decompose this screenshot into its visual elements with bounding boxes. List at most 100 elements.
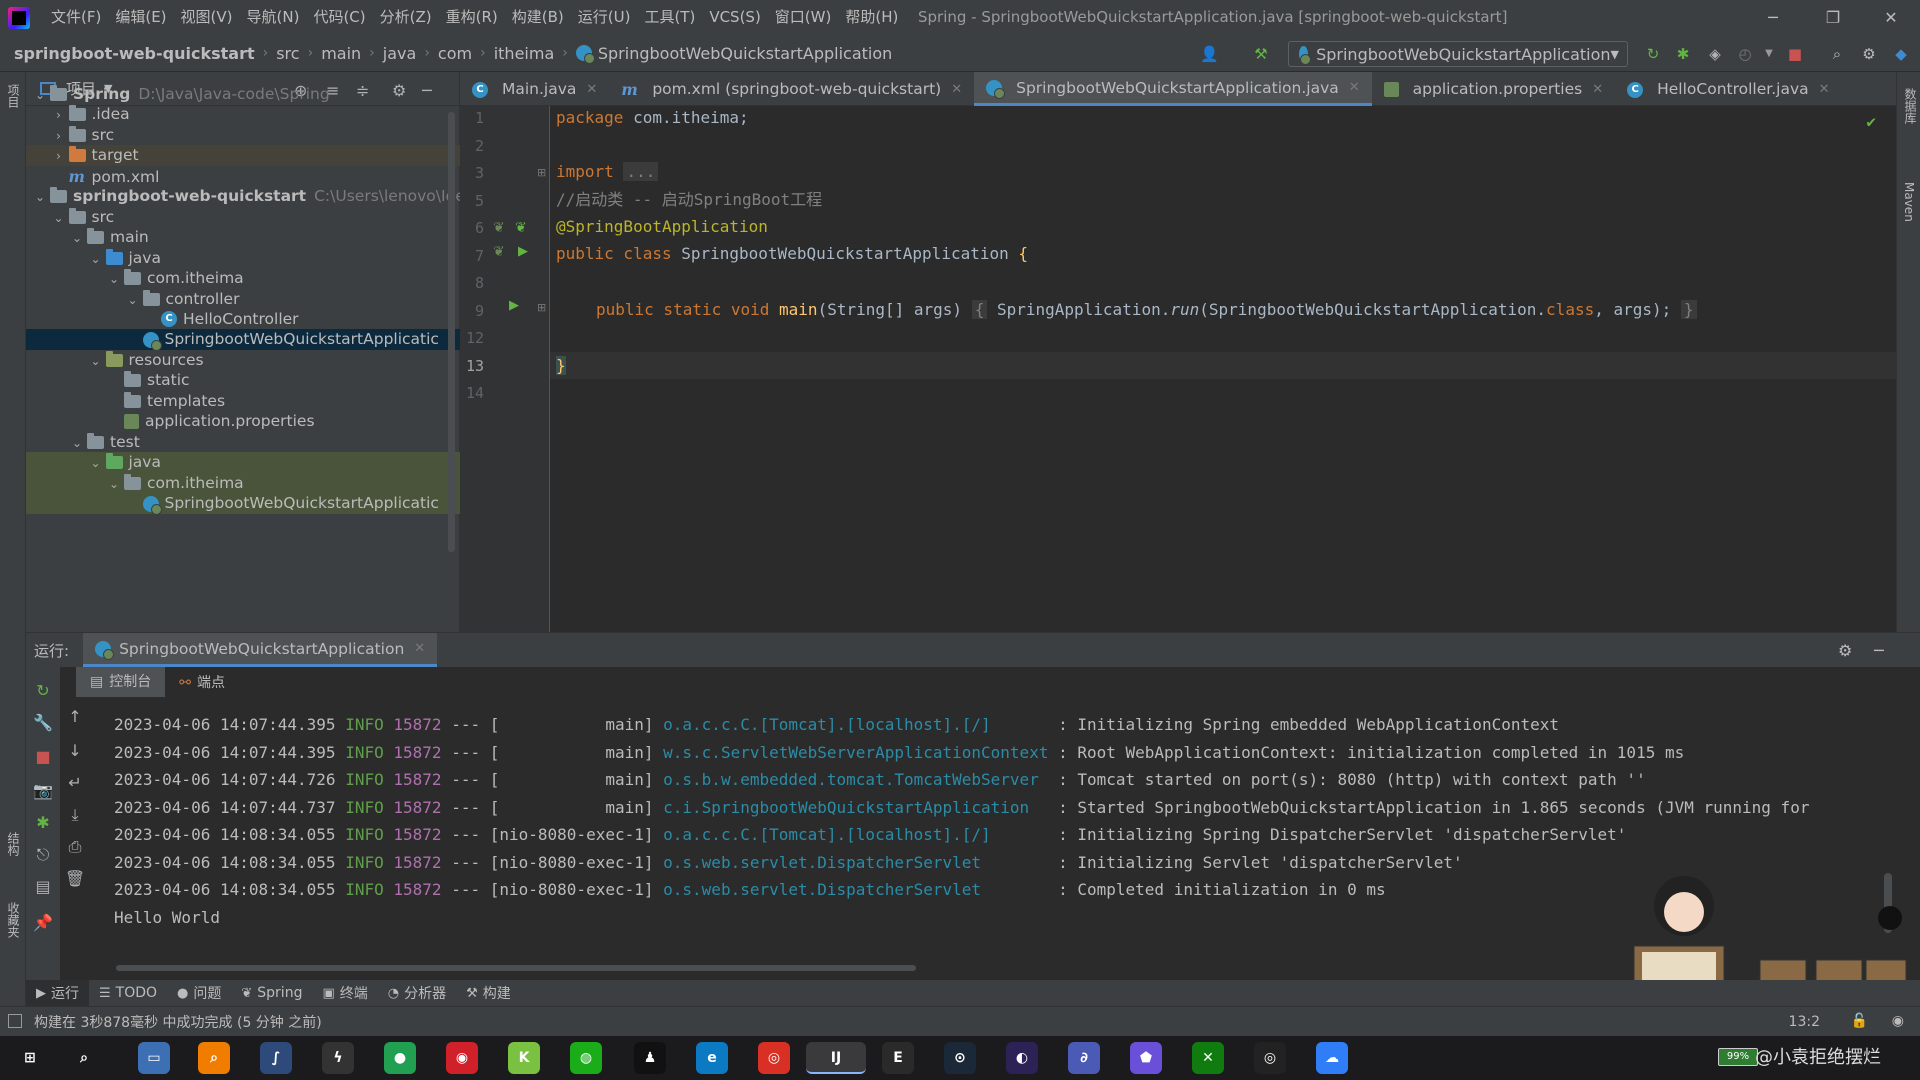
battery-indicator[interactable]: 99%: [1718, 1048, 1758, 1066]
breadcrumb-src[interactable]: src: [276, 44, 299, 63]
chevron-right-icon[interactable]: ›: [49, 146, 69, 166]
tree-item[interactable]: templates: [26, 391, 460, 412]
breadcrumb-class[interactable]: SpringbootWebQuickstartApplication: [598, 44, 892, 63]
build-hammer-icon[interactable]: ⚒: [1252, 45, 1270, 63]
breadcrumb-java[interactable]: java: [383, 44, 417, 63]
rerun-icon[interactable]: ↻: [1644, 45, 1662, 63]
menu-item[interactable]: 视图(V): [174, 0, 240, 35]
tree-item[interactable]: ⌄ com.itheima: [26, 472, 460, 494]
editor-tab[interactable]: SpringbootWebQuickstartApplication.java ✕: [974, 72, 1372, 106]
lock-icon[interactable]: 🔓: [1851, 1013, 1868, 1029]
menu-item[interactable]: 文件(F): [44, 0, 108, 35]
epic-games-icon[interactable]: E: [882, 1042, 914, 1074]
bottom-tool-tab[interactable]: ◔ 分析器: [378, 980, 456, 1006]
wechat-icon[interactable]: ◍: [570, 1042, 602, 1074]
chevron-down-icon[interactable]: ⌄: [30, 187, 50, 207]
restore-icon[interactable]: ❐: [1804, 0, 1862, 35]
hide-panel-icon[interactable]: ─: [1874, 641, 1884, 660]
chevron-down-icon[interactable]: ⌄: [123, 290, 143, 310]
qq-icon[interactable]: ♟: [634, 1042, 666, 1074]
tree-item[interactable]: ⌄ Spring D:\Java\Java-code\Spring: [26, 84, 460, 105]
layout-icon[interactable]: ▤: [26, 877, 60, 896]
user-icon[interactable]: 👤: [1200, 45, 1219, 63]
search-icon[interactable]: ⌕: [1828, 45, 1846, 63]
run-gutter-icon[interactable]: ▶: [518, 244, 528, 259]
close-tab-icon[interactable]: ✕: [1819, 82, 1830, 97]
status-message[interactable]: 构建在 3秒878毫秒 中成功完成 (5 分钟 之前): [34, 1012, 322, 1032]
scroll-to-end-icon[interactable]: ⤓: [60, 805, 90, 825]
tree-item[interactable]: ⌄ main: [26, 227, 460, 248]
tree-item[interactable]: static: [26, 370, 460, 391]
coverage-icon[interactable]: ◈: [1706, 45, 1724, 63]
xbox-icon[interactable]: ✕: [1192, 1042, 1224, 1074]
folded-imports[interactable]: ...: [623, 162, 659, 181]
tree-item[interactable]: SpringbootWebQuickstartApplicatic: [26, 493, 460, 514]
inspector-icon[interactable]: ◉: [1892, 1013, 1904, 1029]
scroll-down-icon[interactable]: ↓: [60, 741, 90, 760]
tree-item[interactable]: ⌄ java: [26, 248, 460, 269]
menu-item[interactable]: VCS(S): [702, 0, 767, 35]
debug-icon[interactable]: ✱: [26, 813, 60, 832]
pentagon-app-icon[interactable]: ⬟: [1130, 1042, 1162, 1074]
chevron-down-icon[interactable]: ⌄: [104, 474, 124, 494]
no-problems-check-icon[interactable]: ✔: [1866, 112, 1876, 131]
favorites-tool-tab[interactable]: 收藏夹: [5, 902, 22, 938]
run-tab[interactable]: SpringbootWebQuickstartApplication ✕: [83, 633, 438, 667]
breadcrumb-project[interactable]: springboot-web-quickstart: [14, 44, 255, 63]
windows-icon[interactable]: ⊞: [14, 1042, 46, 1074]
tree-item[interactable]: › .idea: [26, 104, 460, 125]
eclipse-icon[interactable]: ◐: [1006, 1042, 1038, 1074]
tree-item[interactable]: C HelloController: [26, 309, 460, 330]
menu-item[interactable]: 导航(N): [240, 0, 307, 35]
search-icon[interactable]: ⌕: [68, 1042, 100, 1074]
trash-icon[interactable]: 🗑: [60, 869, 90, 888]
breadcrumb-com[interactable]: com: [438, 44, 472, 63]
menu-item[interactable]: 工具(T): [637, 0, 702, 35]
close-tab-icon[interactable]: ✕: [951, 82, 962, 97]
chevron-down-icon[interactable]: ⌄: [104, 269, 124, 289]
baidu-netdisk-icon[interactable]: ☁: [1316, 1042, 1348, 1074]
maven-tool-tab[interactable]: Maven: [1902, 182, 1916, 222]
chevron-down-icon[interactable]: ⌄: [49, 208, 69, 228]
soft-wrap-icon[interactable]: ↵: [60, 773, 90, 792]
dolphin-icon[interactable]: ∂: [1068, 1042, 1100, 1074]
run-config-selector[interactable]: SpringbootWebQuickstartApplication ▼: [1288, 41, 1628, 67]
status-panel-icon[interactable]: [8, 1014, 22, 1028]
debug-icon[interactable]: ✱: [1674, 45, 1692, 63]
scroll-up-icon[interactable]: ↑: [60, 707, 90, 726]
menu-item[interactable]: 窗口(W): [768, 0, 839, 35]
cursor-position[interactable]: 13:2: [1789, 1007, 1820, 1037]
fold-icon[interactable]: ⊞: [537, 166, 546, 179]
chevron-right-icon[interactable]: ›: [49, 105, 69, 125]
edge-icon[interactable]: e: [696, 1042, 728, 1074]
netease-music-icon[interactable]: ◉: [446, 1042, 478, 1074]
close-tab-icon[interactable]: ✕: [1592, 82, 1603, 97]
tree-item[interactable]: ⌄ java: [26, 452, 460, 474]
print-icon[interactable]: ⎙: [60, 837, 90, 857]
bottom-tool-tab[interactable]: ▣ 终端: [312, 980, 377, 1006]
menu-item[interactable]: 运行(U): [571, 0, 638, 35]
bottom-tool-tab[interactable]: ❦ Spring: [231, 980, 312, 1006]
spring-bean-gutter-icon[interactable]: ❦: [493, 220, 505, 236]
tree-item[interactable]: › src: [26, 125, 460, 146]
settings-gear-icon[interactable]: ⚙: [1860, 45, 1878, 63]
console-horizontal-scrollbar[interactable]: [116, 965, 916, 971]
editor-tab[interactable]: C Main.java ✕: [460, 72, 609, 106]
chevron-down-icon[interactable]: ⌄: [67, 433, 87, 453]
database-tool-tab[interactable]: 数据库: [1902, 88, 1919, 124]
bottom-tool-tab[interactable]: ▶ 运行: [26, 980, 89, 1006]
tree-item[interactable]: ⌄ resources: [26, 350, 460, 371]
chevron-right-icon[interactable]: ›: [49, 126, 69, 146]
tree-item[interactable]: ⌄ springboot-web-quickstart C:\Users\lenov…: [26, 186, 460, 207]
stop-icon[interactable]: ■: [1786, 45, 1804, 63]
green-app-icon[interactable]: ●: [384, 1042, 416, 1074]
tree-item[interactable]: SpringbootWebQuickstartApplicatic: [26, 329, 460, 351]
tree-scrollbar[interactable]: [448, 112, 455, 552]
chevron-down-icon[interactable]: ⌄: [86, 249, 106, 269]
tree-item[interactable]: ⌄ com.itheima: [26, 268, 460, 289]
bottom-tool-tab[interactable]: ⚒ 构建: [456, 980, 521, 1006]
close-window-icon[interactable]: ✕: [1862, 0, 1920, 35]
exit-icon[interactable]: ⎋: [26, 845, 60, 865]
thunder-icon[interactable]: ϟ: [322, 1042, 354, 1074]
project-tool-tab[interactable]: 项目: [5, 84, 22, 108]
